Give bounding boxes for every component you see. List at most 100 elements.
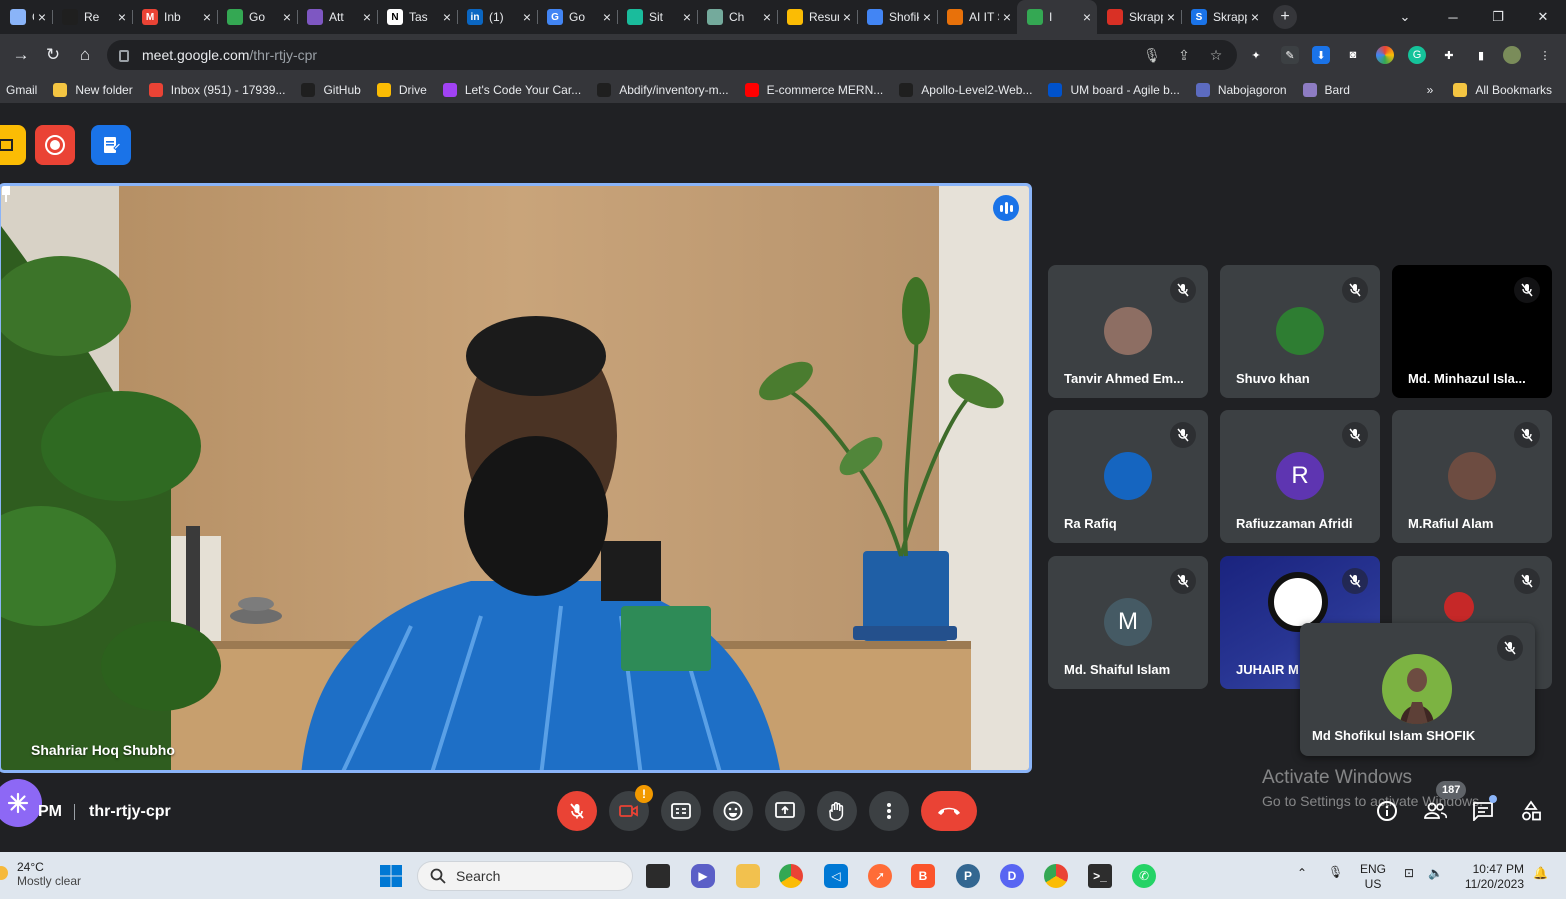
- close-tab-icon[interactable]: ×: [1167, 9, 1175, 25]
- more-options-button[interactable]: [869, 791, 909, 831]
- bookmark-item[interactable]: Bard: [1302, 82, 1350, 97]
- host-controls-button[interactable]: [0, 125, 26, 165]
- bookmarks-overflow-button[interactable]: »: [1427, 83, 1434, 97]
- browser-menu-icon[interactable]: ⋮: [1536, 46, 1554, 64]
- postman-icon[interactable]: ➚: [868, 864, 892, 888]
- network-icon[interactable]: ⊡: [1404, 866, 1414, 881]
- extension-camera-icon[interactable]: ◙: [1344, 46, 1362, 64]
- microphone-permission-icon[interactable]: 🎙: [1143, 46, 1161, 64]
- participant-tile[interactable]: Shuvo khan: [1220, 265, 1380, 398]
- meeting-info-button[interactable]: [1371, 795, 1403, 827]
- browser-tab[interactable]: Sit ×: [617, 0, 697, 34]
- close-tab-icon[interactable]: ×: [1003, 9, 1011, 25]
- close-tab-icon[interactable]: ×: [443, 9, 451, 25]
- close-tab-icon[interactable]: ×: [1083, 9, 1091, 25]
- teams-chat-icon[interactable]: ▶: [691, 864, 715, 888]
- all-bookmarks-button[interactable]: All Bookmarks: [1453, 82, 1552, 97]
- main-speaker-video[interactable]: Shahriar Hoq Shubho: [0, 183, 1032, 773]
- bookmark-item[interactable]: E-commerce MERN...: [744, 82, 883, 97]
- tab-search-chevron-icon[interactable]: ⌄: [1382, 0, 1428, 34]
- reload-icon[interactable]: ↻: [40, 42, 66, 68]
- microphone-tray-icon[interactable]: 🎙: [1328, 865, 1343, 880]
- close-tab-icon[interactable]: ×: [683, 9, 691, 25]
- bookmark-item[interactable]: Drive: [376, 82, 427, 97]
- close-tab-icon[interactable]: ×: [923, 9, 931, 25]
- self-view-tile[interactable]: Md Shofikul Islam SHOFIK: [1300, 623, 1535, 756]
- browser-tab[interactable]: N Tas ×: [377, 0, 457, 34]
- bookmark-item[interactable]: Let's Code Your Car...: [442, 82, 581, 97]
- chrome-profile-icon[interactable]: [1044, 864, 1068, 888]
- browser-tab[interactable]: Ch ×: [697, 0, 777, 34]
- discord-icon[interactable]: D: [1000, 864, 1024, 888]
- browser-tab[interactable]: Att ×: [297, 0, 377, 34]
- browser-tab[interactable]: AI IT Sh ×: [937, 0, 1017, 34]
- browser-tab[interactable]: Re ×: [52, 0, 132, 34]
- close-tab-icon[interactable]: ×: [523, 9, 531, 25]
- close-tab-icon[interactable]: ×: [603, 9, 611, 25]
- chat-button[interactable]: [1467, 795, 1499, 827]
- file-explorer-icon[interactable]: [736, 864, 760, 888]
- site-info-icon[interactable]: [119, 50, 129, 62]
- close-tab-icon[interactable]: ×: [843, 9, 851, 25]
- extension-color-picker-icon[interactable]: [1376, 46, 1394, 64]
- browser-tab[interactable]: I ×: [1017, 0, 1097, 34]
- people-button[interactable]: [1419, 795, 1451, 827]
- captions-button[interactable]: [661, 791, 701, 831]
- browser-tab[interactable]: Skrappa ×: [1097, 0, 1181, 34]
- participant-tile[interactable]: Ra Rafiq: [1048, 410, 1208, 543]
- present-screen-button[interactable]: [765, 791, 805, 831]
- toggle-microphone-button[interactable]: [557, 791, 597, 831]
- activities-button[interactable]: [1515, 795, 1547, 827]
- postgres-icon[interactable]: P: [956, 864, 980, 888]
- close-window-icon[interactable]: ✕: [1520, 0, 1566, 34]
- notifications-icon[interactable]: 🔔: [1533, 866, 1548, 881]
- activities-fab[interactable]: [0, 779, 42, 827]
- pin-icon[interactable]: [1, 186, 11, 202]
- participant-tile[interactable]: M.Rafiul Alam: [1392, 410, 1552, 543]
- close-tab-icon[interactable]: ×: [763, 9, 771, 25]
- browser-tab[interactable]: M Inb ×: [132, 0, 217, 34]
- reactions-button[interactable]: [713, 791, 753, 831]
- brave-icon[interactable]: B: [911, 864, 935, 888]
- close-tab-icon[interactable]: ×: [203, 9, 211, 25]
- extension-pin-icon[interactable]: ✦: [1247, 46, 1265, 64]
- forward-arrow-icon[interactable]: →: [8, 42, 34, 68]
- show-hidden-icons[interactable]: ⌃: [1297, 866, 1307, 881]
- leave-call-button[interactable]: [921, 791, 977, 831]
- home-icon[interactable]: ⌂: [72, 42, 98, 68]
- browser-tab[interactable]: in (1) ×: [457, 0, 537, 34]
- minimize-window-icon[interactable]: ─: [1430, 0, 1476, 34]
- close-tab-icon[interactable]: ×: [363, 9, 371, 25]
- vscode-icon[interactable]: ◁: [824, 864, 848, 888]
- maximize-window-icon[interactable]: ❐: [1475, 0, 1521, 34]
- weather-widget[interactable]: 24°C Mostly clear: [0, 860, 81, 888]
- volume-icon[interactable]: 🔈: [1428, 866, 1443, 881]
- chrome-icon[interactable]: [779, 864, 803, 888]
- browser-tab[interactable]: G Go ×: [537, 0, 617, 34]
- bookmark-item[interactable]: Inbox (951) - 17939...: [148, 82, 285, 97]
- close-tab-icon[interactable]: ×: [118, 9, 126, 25]
- side-panel-icon[interactable]: ▮: [1472, 46, 1490, 64]
- extensions-puzzle-icon[interactable]: ✚: [1440, 46, 1458, 64]
- participant-tile[interactable]: Md. Minhazul Isla...: [1392, 265, 1552, 398]
- browser-tab[interactable]: Resume ×: [777, 0, 857, 34]
- profile-avatar[interactable]: [1503, 46, 1521, 64]
- new-tab-button[interactable]: +: [1273, 5, 1297, 29]
- bookmark-item[interactable]: Gmail: [6, 83, 37, 97]
- browser-tab[interactable]: S Skrapp ×: [1181, 0, 1265, 34]
- participant-tile[interactable]: R Rafiuzzaman Afridi: [1220, 410, 1380, 543]
- close-tab-icon[interactable]: ×: [1251, 9, 1259, 25]
- bookmark-item[interactable]: Apollo-Level2-Web...: [899, 82, 1032, 97]
- whatsapp-icon[interactable]: ✆: [1132, 864, 1156, 888]
- terminal-icon[interactable]: >_: [1088, 864, 1112, 888]
- extension-pen-icon[interactable]: ✎: [1281, 46, 1299, 64]
- close-tab-icon[interactable]: ×: [38, 9, 46, 25]
- bookmark-star-icon[interactable]: ☆: [1207, 46, 1225, 64]
- task-view-icon[interactable]: [646, 864, 670, 888]
- language-indicator[interactable]: ENG US: [1360, 862, 1386, 892]
- raise-hand-button[interactable]: [817, 791, 857, 831]
- address-bar[interactable]: meet.google.com/thr-rtjy-cpr 🎙 ⇪ ☆: [107, 40, 1237, 70]
- browser-tab[interactable]: Cre ×: [0, 0, 52, 34]
- clock[interactable]: 10:47 PM 11/20/2023: [1458, 862, 1524, 892]
- participant-tile[interactable]: M Md. Shaiful Islam: [1048, 556, 1208, 689]
